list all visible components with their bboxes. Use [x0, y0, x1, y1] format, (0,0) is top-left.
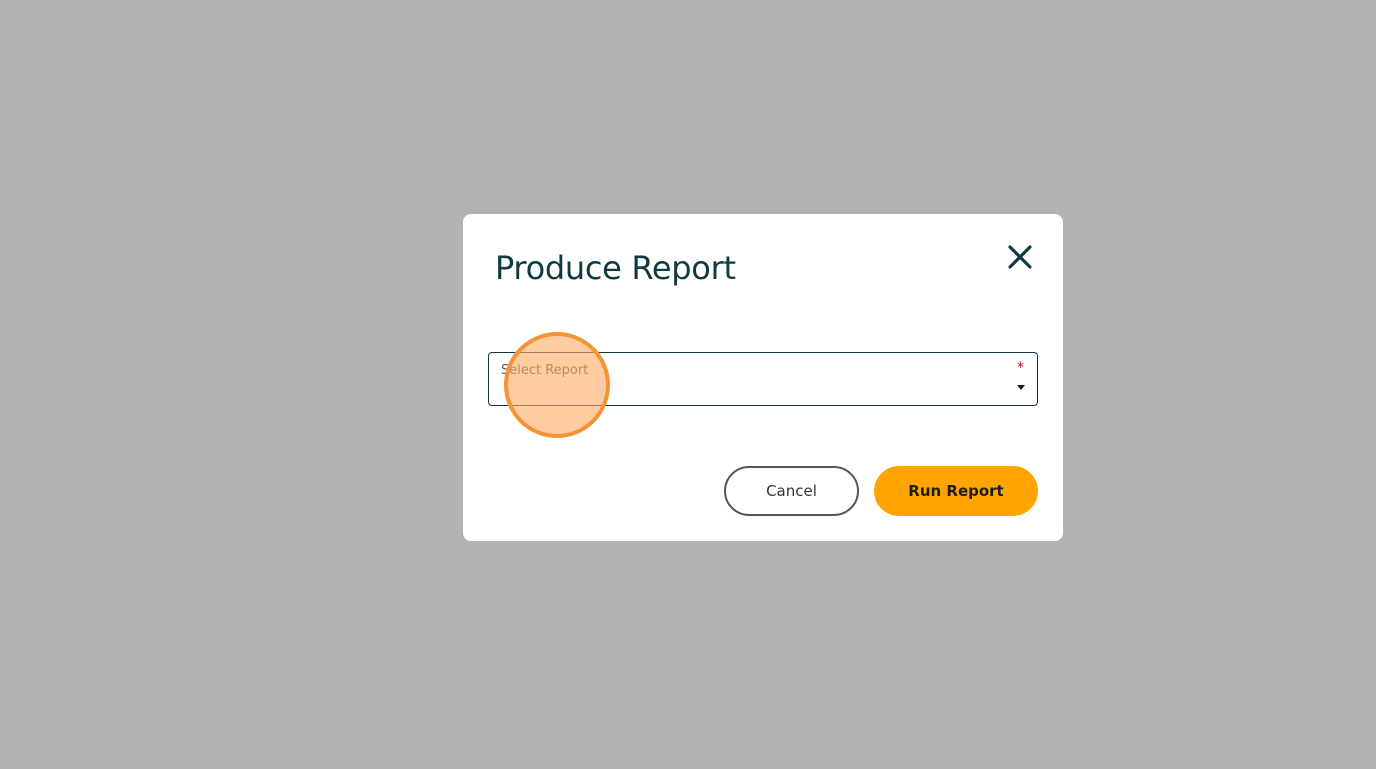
close-icon — [1005, 242, 1035, 272]
dropdown-arrow-icon — [1017, 385, 1025, 390]
cancel-button[interactable]: Cancel — [724, 466, 859, 516]
close-button[interactable] — [1005, 242, 1035, 272]
produce-report-dialog: Produce Report Select Report * Cancel Ru… — [463, 214, 1063, 541]
run-report-button[interactable]: Run Report — [874, 466, 1038, 516]
select-report-label: Select Report — [501, 363, 589, 378]
dialog-title: Produce Report — [495, 249, 736, 287]
select-report-dropdown[interactable]: Select Report * — [488, 352, 1038, 406]
required-marker: * — [1017, 360, 1024, 376]
